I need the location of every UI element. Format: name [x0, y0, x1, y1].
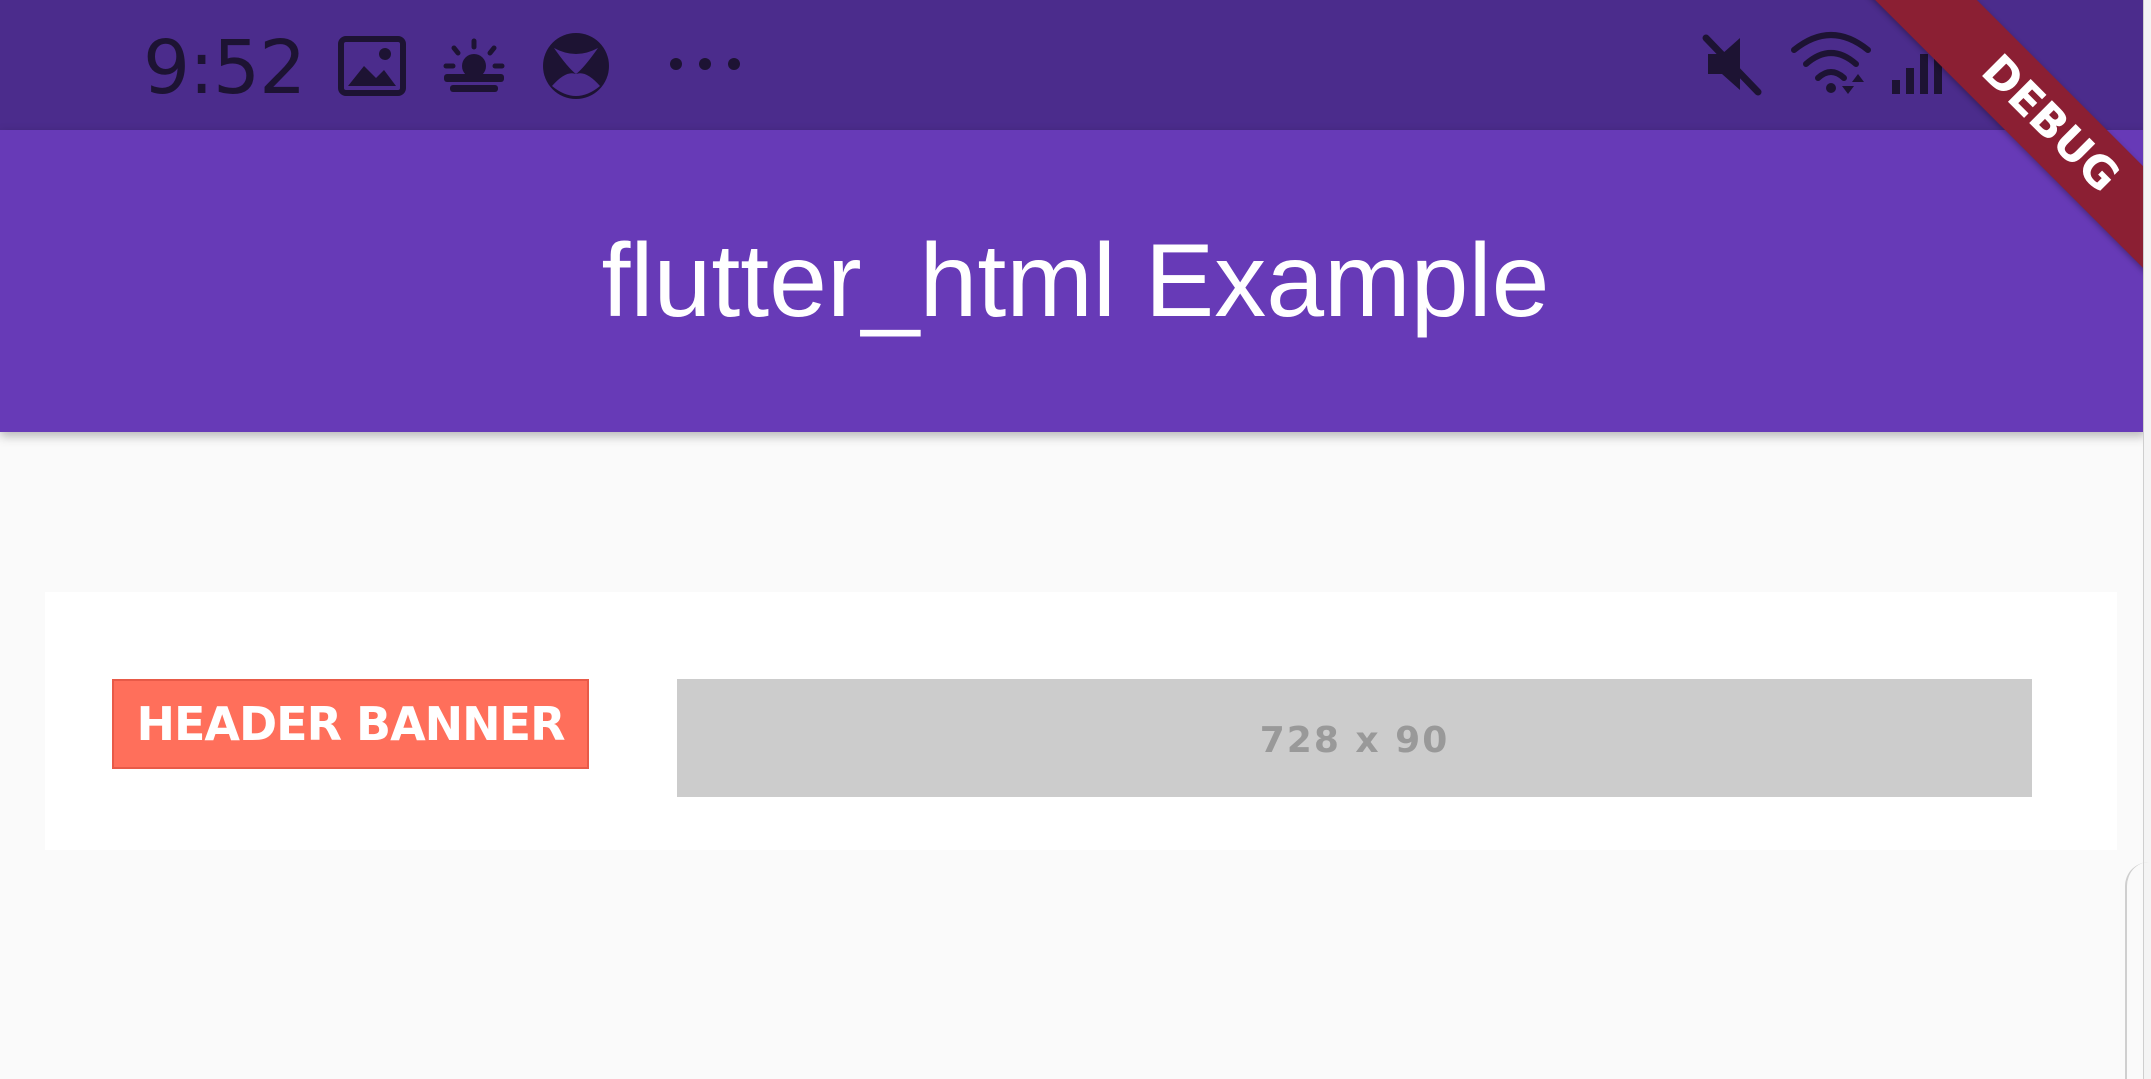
status-bar: 9:52 — [0, 0, 2146, 130]
header-banner-image: HEADER BANNER — [112, 679, 589, 769]
wifi-icon — [1790, 28, 1872, 98]
html-content-card: HEADER BANNER 728 x 90 — [45, 592, 2117, 850]
device-edge-curve — [2125, 862, 2151, 1079]
image-icon — [338, 36, 406, 96]
app-screen: 9:52 flutter_html Example HEADER BANNER … — [0, 0, 2146, 1079]
app-bar: flutter_html Example — [0, 130, 2146, 432]
xbox-icon — [540, 30, 612, 102]
weather-icon — [440, 38, 508, 94]
status-time: 9:52 — [143, 25, 306, 111]
mute-icon — [1698, 30, 1764, 98]
device-frame: 9:52 flutter_html Example HEADER BANNER … — [0, 0, 2151, 1079]
app-bar-title: flutter_html Example — [601, 223, 1550, 339]
more-dots-icon — [668, 56, 742, 72]
ad-placeholder-image: 728 x 90 — [677, 679, 2032, 797]
